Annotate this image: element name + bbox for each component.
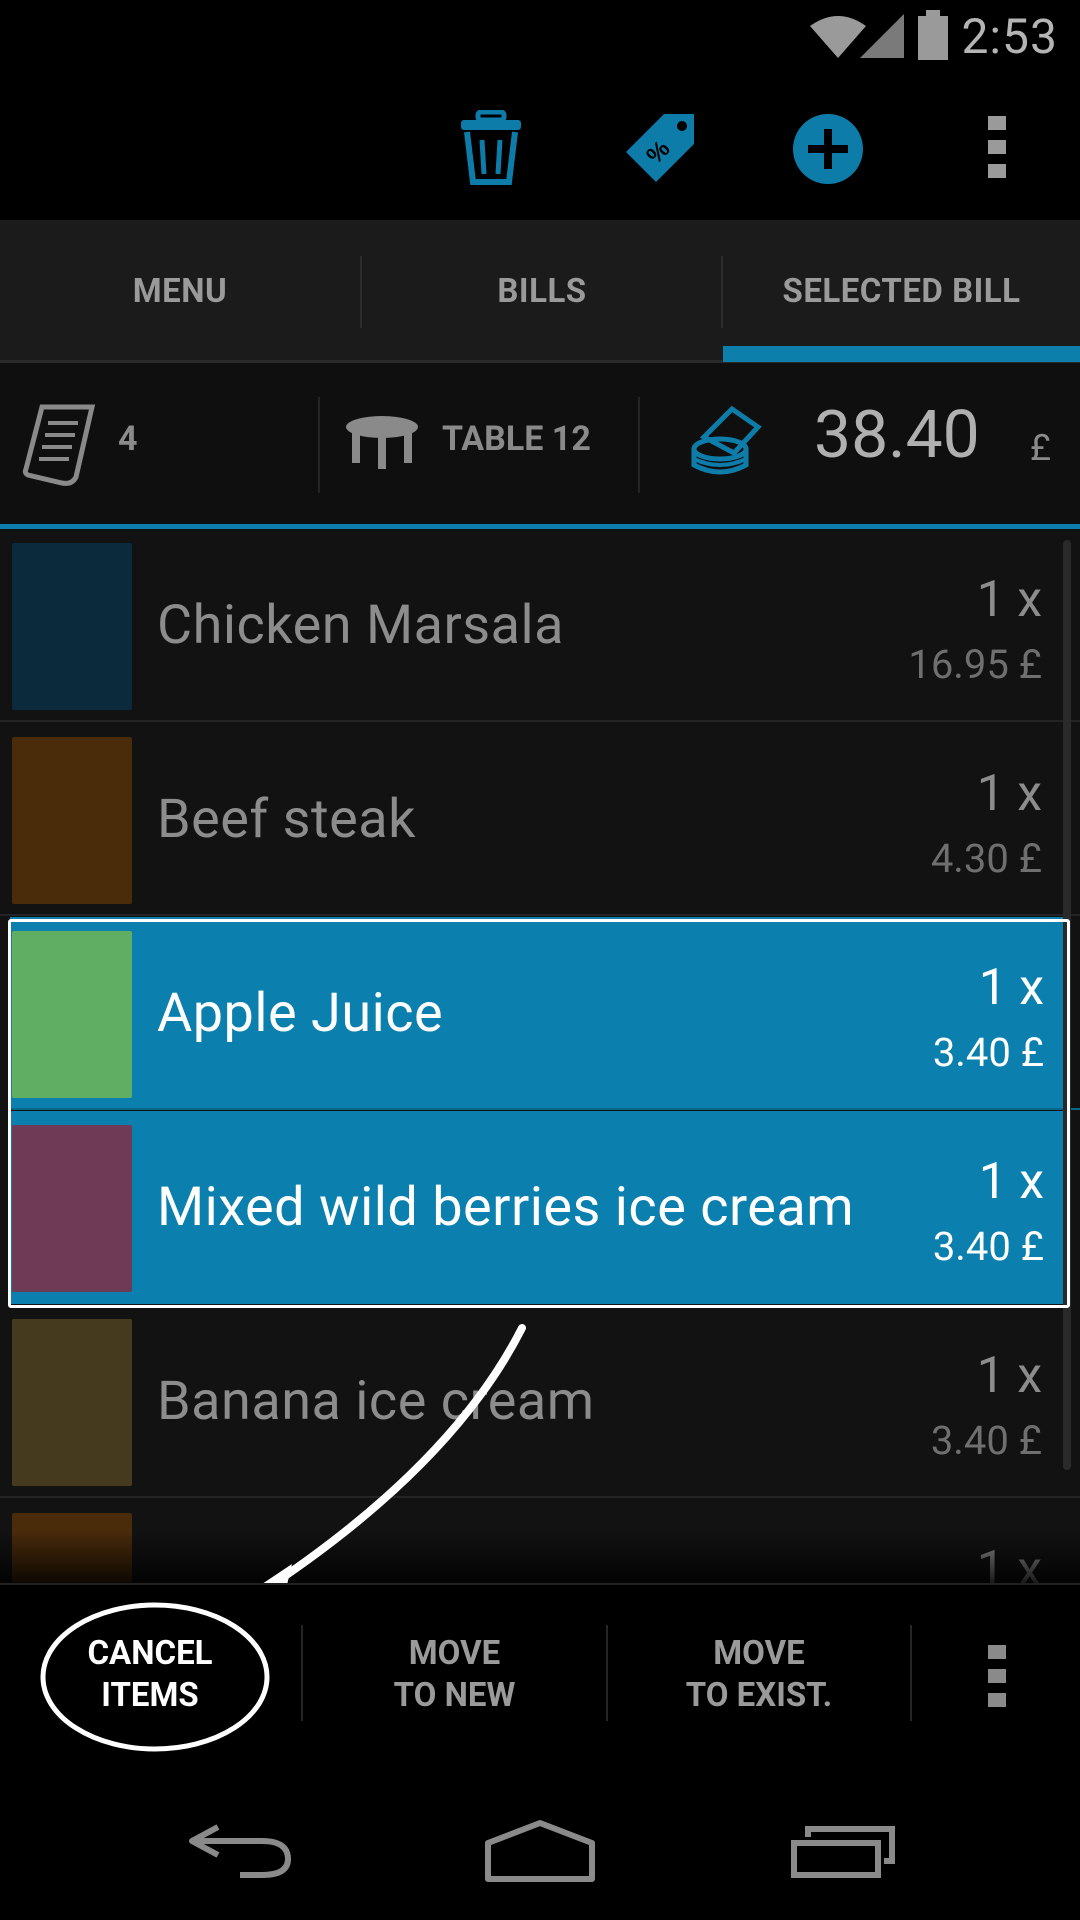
discount-tag-icon[interactable]: % [622,110,698,186]
row-separator [0,914,1080,916]
bottom-divider [910,1625,912,1721]
item-price: 3.40 £ [930,1417,1042,1464]
item-color-swatch [12,1319,132,1486]
recent-apps-icon[interactable] [790,1823,896,1879]
overflow-menu-icon[interactable] [988,116,1006,178]
payment-icon [691,405,762,475]
navigation-bar [0,1763,1080,1920]
info-divider [318,397,320,493]
bill-total: 38.40 [814,397,980,474]
move-to-existing-label-2: TO EXIST. [685,1676,833,1715]
info-divider [638,397,640,493]
tab-indicator [723,346,1080,362]
cancel-items-button[interactable]: CANCEL ITEMS [0,1585,300,1765]
item-quantity: 1 x [978,959,1044,1017]
item-quantity: 1 x [976,765,1042,823]
list-scrollbar[interactable] [1063,540,1071,1470]
order-item-row[interactable]: Chicken Marsala 1 x 16.95 £ [0,529,1080,722]
item-quantity: 1 x [976,1347,1042,1405]
annotation-arrow [238,1324,526,1606]
home-icon[interactable] [484,1819,596,1883]
item-price: 16.95 £ [908,641,1042,688]
item-name: Apple Juice [157,982,444,1045]
item-name: Beef steak [157,788,416,851]
item-price: 3.40 £ [932,1029,1044,1076]
item-color-swatch [12,737,132,904]
table-icon [346,416,418,469]
list-fade-overlay [0,1530,1080,1585]
item-color-swatch [12,1125,132,1292]
item-color-swatch [12,931,132,1098]
order-items-list[interactable]: Chicken Marsala 1 x 16.95 £ Beef steak 1… [0,529,1080,1583]
action-bar: % [0,80,1080,220]
cancel-items-label-1: CANCEL [87,1634,213,1673]
cancel-items-label-2: ITEMS [101,1676,199,1715]
item-price: 4.30 £ [930,835,1042,882]
battery-icon [918,10,948,60]
table-label: TABLE 12 [442,419,591,459]
add-circle-icon[interactable] [792,113,864,185]
tab-selected-bill[interactable]: SELECTED BILL [723,220,1080,363]
back-icon[interactable] [188,1823,292,1879]
move-to-new-label-2: TO NEW [393,1676,516,1715]
tab-menu[interactable]: MENU [0,220,360,363]
status-time: 2:53 [961,8,1058,65]
item-count: 4 [118,419,138,459]
move-to-existing-button[interactable]: MOVE TO EXIST. [608,1585,910,1765]
status-bar: 2:53 [0,0,1080,80]
move-to-new-button[interactable]: MOVE TO NEW [303,1585,606,1765]
item-color-swatch [12,543,132,710]
item-quantity: 1 x [978,1153,1044,1211]
receipt-icon [22,404,96,486]
move-to-existing-label-1: MOVE [713,1634,805,1673]
tab-bills[interactable]: BILLS [362,220,722,363]
order-item-row-selected[interactable]: Mixed wild berries ice cream 1 x 3.40 £ [10,1111,1068,1304]
trash-icon[interactable] [458,110,524,186]
contextual-action-bar: CANCEL ITEMS MOVE TO NEW MOVE TO EXIST. [0,1583,1080,1765]
row-separator [0,1496,1080,1498]
bottom-overflow-menu-icon[interactable] [988,1645,1006,1707]
row-separator [10,1108,1080,1110]
row-separator [0,720,1080,722]
move-to-new-label-1: MOVE [408,1634,501,1673]
item-name: Chicken Marsala [157,594,565,657]
bill-info-bar: 4 TABLE 12 38.40 £ [0,363,1080,525]
signal-icon [860,14,904,58]
currency-symbol: £ [1030,427,1051,469]
order-item-row-selected[interactable]: Apple Juice 1 x 3.40 £ [10,917,1080,1110]
tab-bar: MENU BILLS SELECTED BILL [0,220,1080,363]
item-name: Mixed wild berries ice cream [157,1176,855,1239]
order-item-row[interactable]: Beef steak 1 x 4.30 £ [0,723,1080,916]
item-price: 3.40 £ [932,1223,1044,1270]
item-quantity: 1 x [976,571,1042,629]
